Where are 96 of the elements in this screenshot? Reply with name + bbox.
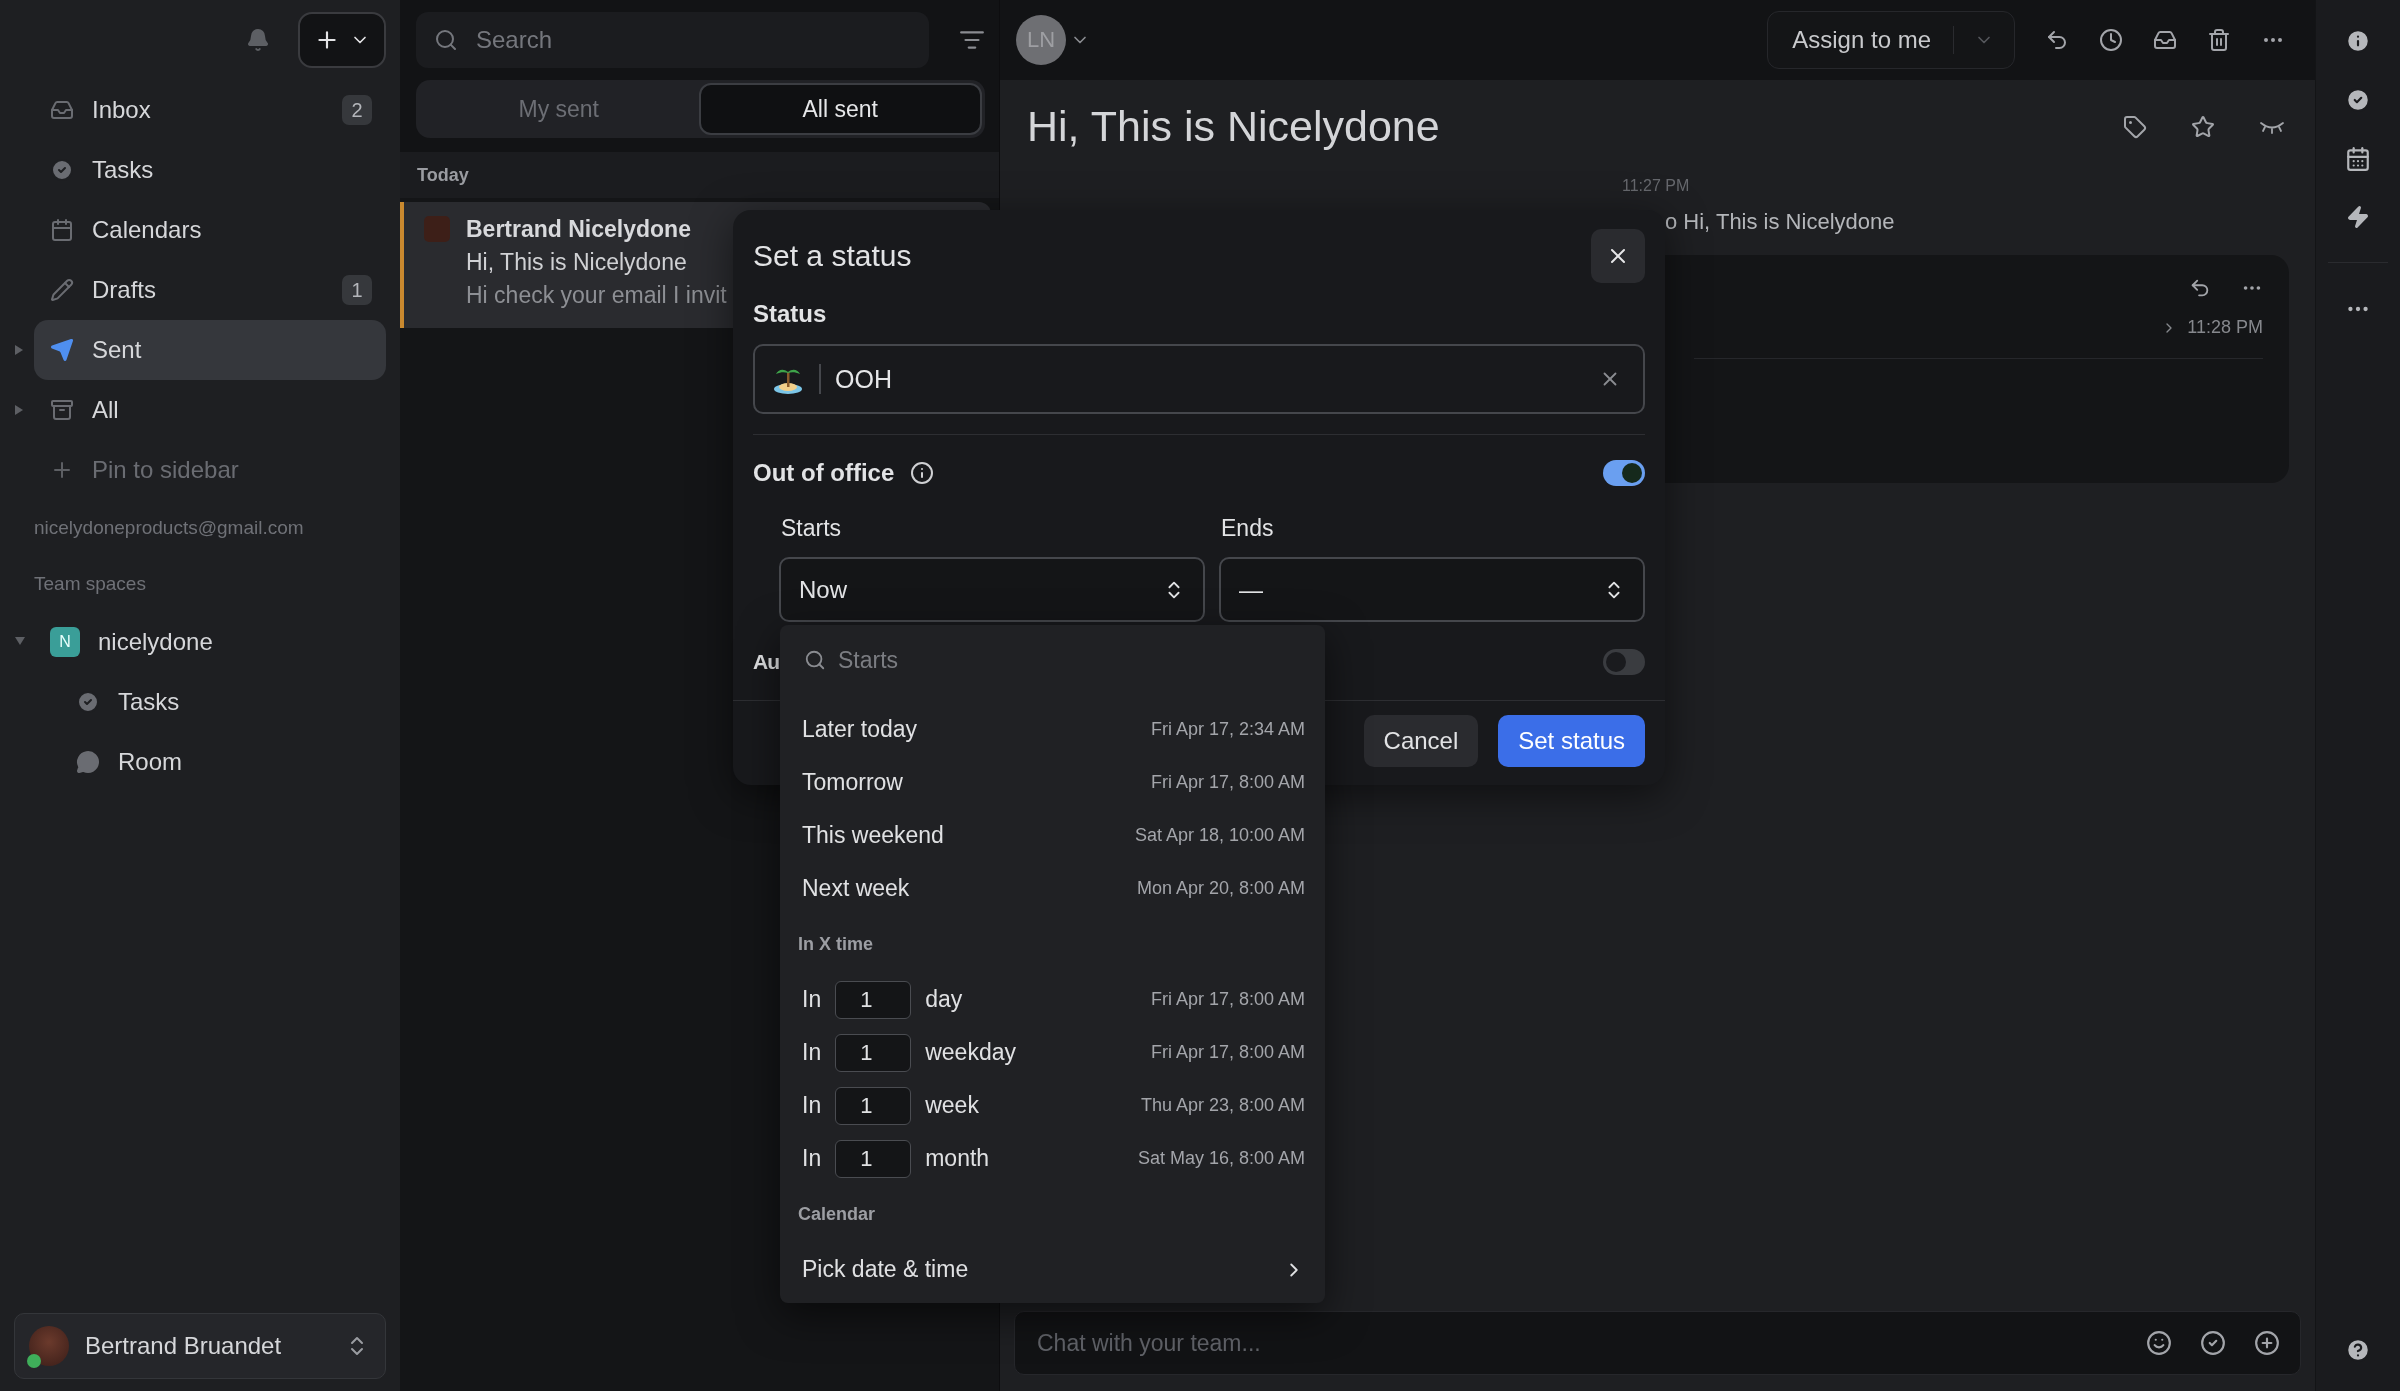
- sidebar-item[interactable]: All: [14, 380, 386, 440]
- menu-item[interactable]: This weekend Sat Apr 18, 10:00 AM: [796, 809, 1305, 862]
- caret-icon[interactable]: [14, 404, 24, 416]
- closed-eye-icon[interactable]: [2259, 119, 2285, 134]
- caret-icon[interactable]: [14, 344, 24, 356]
- team-space-item[interactable]: N nicelydone: [14, 612, 386, 672]
- amount-field[interactable]: 1: [835, 980, 912, 1019]
- check-circle-icon[interactable]: [2345, 87, 2371, 113]
- smile-icon[interactable]: [2146, 1330, 2172, 1356]
- menu-item-unit[interactable]: week: [925, 1092, 979, 1119]
- menu-item-date: Fri Apr 17, 8:00 AM: [1150, 1042, 1305, 1063]
- cancel-button[interactable]: Cancel: [1363, 715, 1479, 767]
- dialog-title: Set a status: [753, 239, 912, 273]
- online-dot: [27, 1354, 41, 1368]
- pencil-icon: [50, 278, 74, 302]
- check-circle-icon: [76, 690, 100, 714]
- inbox-icon[interactable]: [2153, 28, 2177, 52]
- sidebar-item[interactable]: Sent: [14, 320, 386, 380]
- account-email: nicelydoneproducts@gmail.com: [33, 516, 305, 540]
- sender-avatar: [424, 216, 450, 242]
- calendar-icon[interactable]: [2345, 146, 2371, 172]
- calendar-icon: [50, 218, 74, 242]
- menu-item[interactable]: Tomorrow Fri Apr 17, 8:00 AM: [796, 756, 1305, 809]
- sidebar-item[interactable]: Drafts 1: [14, 260, 386, 320]
- menu-item-prefix: In: [802, 1092, 822, 1119]
- caret-icon[interactable]: [14, 636, 26, 646]
- toggle-switch[interactable]: [1603, 460, 1645, 486]
- archive-icon: [50, 398, 74, 422]
- toggle-label: Out of office: [753, 459, 895, 487]
- menu-item-prefix: In: [802, 1039, 822, 1066]
- search-field[interactable]: Search: [416, 12, 929, 68]
- ends-select[interactable]: —: [1219, 557, 1645, 622]
- filter-tab[interactable]: All sent: [698, 83, 982, 135]
- field-label: Ends: [1220, 513, 1275, 543]
- send-icon: [50, 338, 74, 362]
- check-circle-icon[interactable]: [2200, 1330, 2226, 1356]
- team-space-subitem[interactable]: Tasks: [14, 672, 386, 732]
- amount-field[interactable]: 1: [835, 1139, 912, 1178]
- info-icon[interactable]: [2345, 28, 2371, 54]
- count-badge: 1: [342, 275, 372, 305]
- toggle-switch[interactable]: [1603, 649, 1645, 675]
- search-icon: [434, 28, 458, 52]
- menu-item-date: Fri Apr 17, 8:00 AM: [1150, 989, 1305, 1010]
- chat-bubble-icon: [76, 750, 100, 774]
- menu-item[interactable]: Next week Mon Apr 20, 8:00 AM: [796, 862, 1305, 915]
- check-circle-icon: [50, 158, 74, 182]
- section-heading: Team spaces: [33, 572, 147, 596]
- team-initial: N: [50, 627, 80, 657]
- count-badge: 2: [342, 95, 372, 125]
- menu-item-date: Sat May 16, 8:00 AM: [1137, 1148, 1305, 1169]
- menu-item-unit[interactable]: month: [925, 1145, 990, 1172]
- timestamp: 11:27 PM: [1621, 177, 1691, 195]
- field-label: Starts: [780, 513, 843, 543]
- sidebar-item[interactable]: Inbox 2: [14, 80, 386, 140]
- status-field[interactable]: OOH: [753, 344, 1645, 414]
- message-time: 11:28 PM: [2161, 317, 2263, 338]
- clock-icon[interactable]: [2099, 28, 2123, 52]
- conversation-title: Hi, This is Nicelydone: [1027, 102, 1441, 151]
- menu-item-unit[interactable]: day: [925, 986, 963, 1013]
- assign-button[interactable]: Assign to me: [1767, 11, 2015, 69]
- menu-heading: Calendar: [797, 1202, 877, 1226]
- message-subject: Hi, This is Nicelydone: [466, 249, 688, 276]
- menu-item-prefix: In: [802, 986, 822, 1013]
- inbox-icon: [50, 98, 74, 122]
- menu-item[interactable]: Pick date & time: [796, 1243, 1305, 1296]
- search-icon: [804, 649, 826, 671]
- reply-icon[interactable]: [2189, 277, 2211, 299]
- group-heading: Today: [400, 152, 999, 198]
- menu-item-prefix: In: [802, 1145, 822, 1172]
- tag-icon[interactable]: [2123, 114, 2147, 139]
- sidebar-item[interactable]: Tasks: [14, 140, 386, 200]
- help-icon[interactable]: [2345, 1337, 2371, 1363]
- sidebar-item[interactable]: Calendars: [14, 200, 386, 260]
- trash-icon[interactable]: [2207, 28, 2231, 52]
- notifications-icon[interactable]: [246, 28, 270, 52]
- starts-select[interactable]: Now: [779, 557, 1205, 622]
- sender-name: Bertrand Nicelydone: [466, 216, 692, 243]
- message-preview: Hi check your email I invit: [466, 282, 727, 309]
- menu-heading: In X time: [797, 932, 874, 956]
- menu-item[interactable]: Later today Fri Apr 17, 2:34 AM: [796, 703, 1305, 756]
- toggle-label: Au: [753, 650, 779, 674]
- amount-field[interactable]: 1: [835, 1033, 912, 1072]
- user-switcher[interactable]: Bertrand Bruandet: [14, 1313, 386, 1379]
- menu-item-date: Thu Apr 23, 8:00 AM: [1140, 1095, 1305, 1116]
- menu-item-unit[interactable]: weekday: [925, 1039, 1016, 1066]
- menu-search-field[interactable]: Starts: [796, 625, 1305, 695]
- amount-field[interactable]: 1: [835, 1086, 912, 1125]
- close-button[interactable]: [1591, 229, 1645, 283]
- plus-circle-icon[interactable]: [2254, 1330, 2280, 1356]
- field-label: Status: [753, 300, 828, 329]
- team-space-subitem[interactable]: Room: [14, 732, 386, 792]
- activity-text: o Hi, This is Nicelydone: [1664, 209, 1896, 235]
- star-icon[interactable]: [2191, 114, 2215, 139]
- reply-icon[interactable]: [2045, 28, 2069, 52]
- bolt-icon[interactable]: [2346, 205, 2370, 229]
- set-status-button[interactable]: Set status: [1498, 715, 1645, 767]
